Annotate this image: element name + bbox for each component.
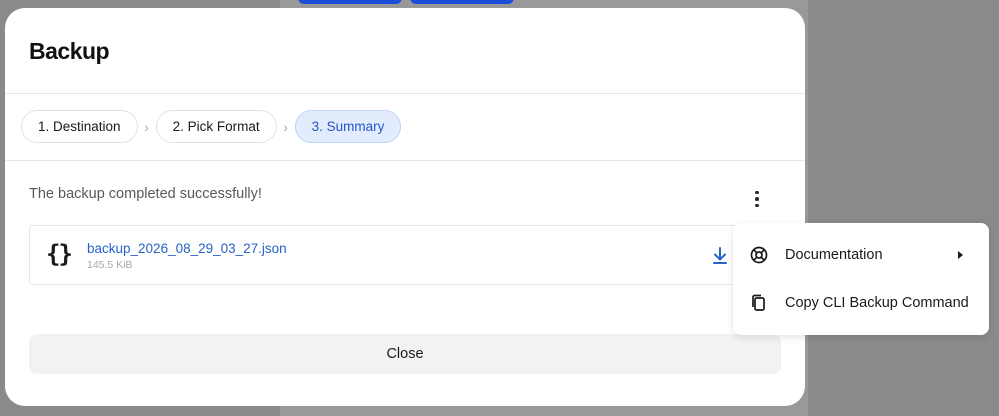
- file-size: 145.5 KiB: [87, 259, 133, 271]
- background-button: [298, 0, 402, 4]
- lifebuoy-icon: [750, 246, 768, 264]
- success-message: The backup completed successfully!: [29, 186, 262, 202]
- options-dropdown: Documentation Copy CLI Backup Command: [733, 223, 989, 335]
- json-braces-icon: {}: [46, 240, 73, 268]
- step-summary[interactable]: 3. Summary: [294, 110, 402, 143]
- backup-file-link[interactable]: backup_2026_08_29_03_27.json: [87, 241, 287, 256]
- caret-right-icon: [958, 251, 963, 259]
- step-pick-format[interactable]: 2. Pick Format: [155, 110, 277, 143]
- header-divider: [5, 93, 805, 94]
- stepper: 1. Destination › 2. Pick Format › 3. Sum…: [21, 110, 402, 143]
- copy-icon: [752, 294, 765, 311]
- download-icon[interactable]: [710, 246, 730, 266]
- menu-item-copy-cli[interactable]: Copy CLI Backup Command: [733, 281, 989, 325]
- backup-modal: Backup 1. Destination › 2. Pick Format ›…: [5, 8, 805, 406]
- menu-item-documentation[interactable]: Documentation: [733, 233, 989, 277]
- modal-title: Backup: [29, 38, 110, 64]
- step-destination[interactable]: 1. Destination: [21, 110, 138, 143]
- more-options-icon[interactable]: [745, 188, 769, 210]
- steps-divider: [5, 160, 805, 161]
- backup-file-card: {} backup_2026_08_29_03_27.json 145.5 Ki…: [29, 225, 781, 285]
- close-button[interactable]: Close: [29, 334, 781, 374]
- background-button: [410, 0, 514, 4]
- chevron-right-icon: ›: [144, 118, 149, 135]
- menu-item-label: Copy CLI Backup Command: [785, 295, 969, 311]
- chevron-right-icon: ›: [283, 118, 288, 135]
- menu-item-label: Documentation: [785, 247, 883, 263]
